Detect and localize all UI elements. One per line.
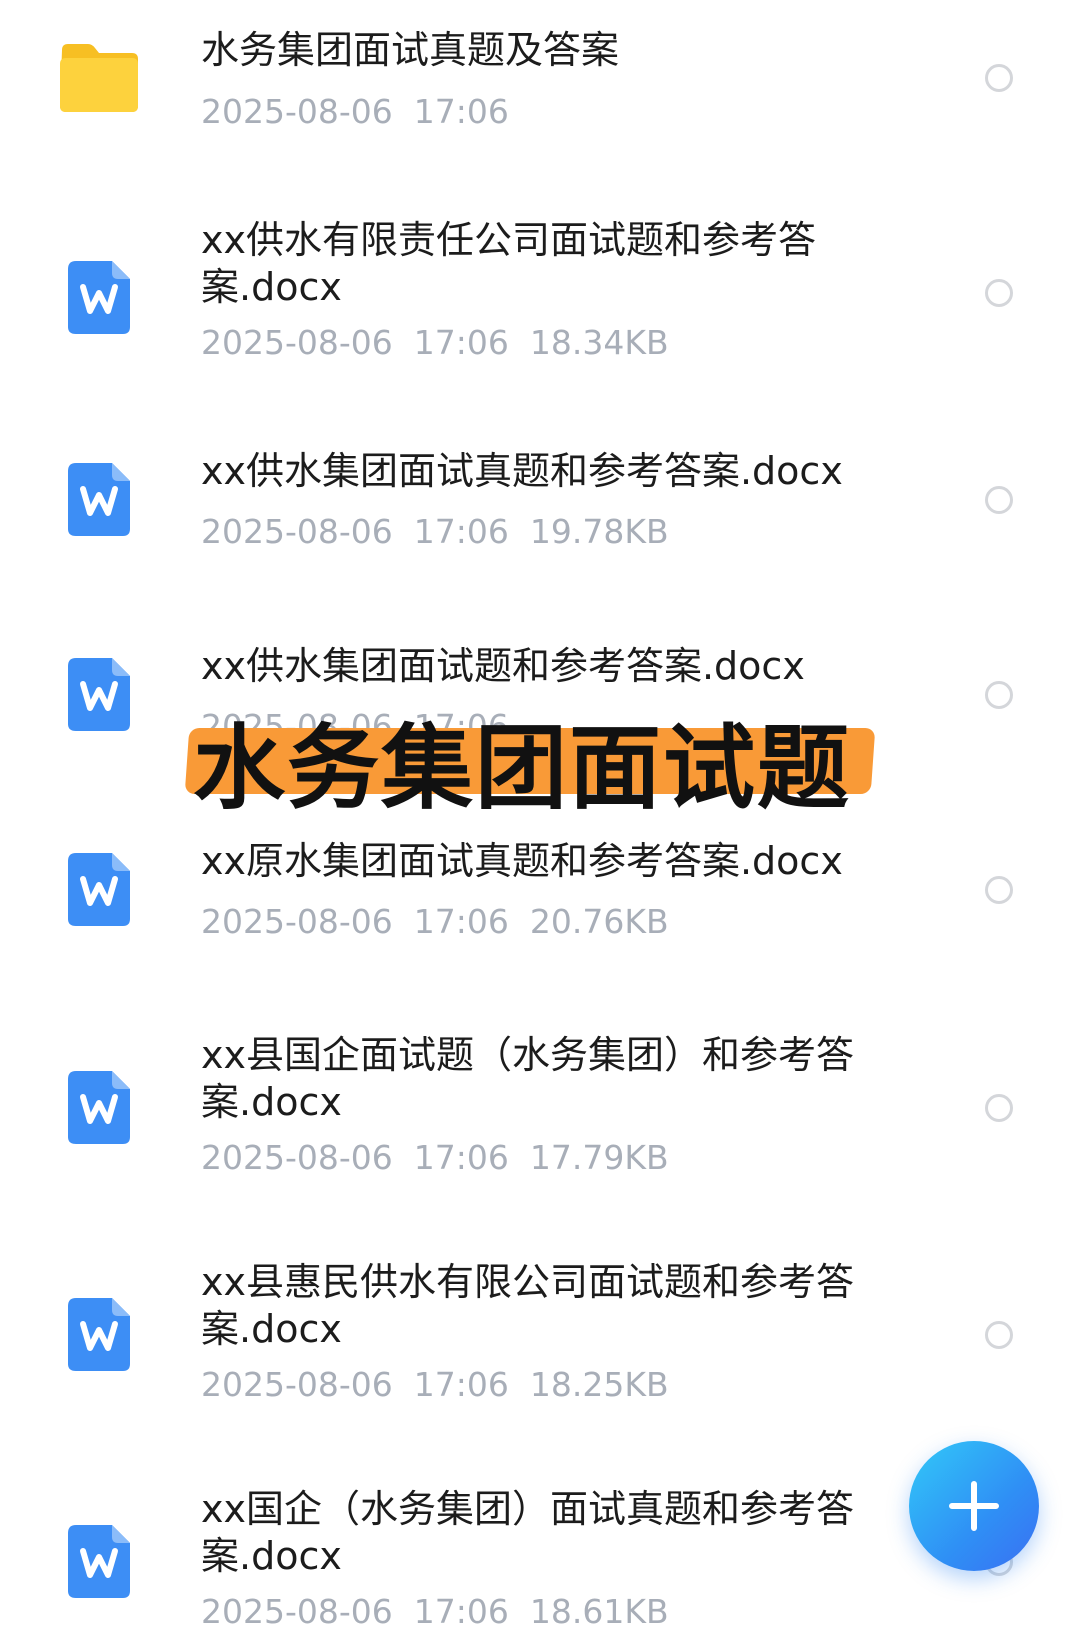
file-date: 2025-08-06 [201,1365,393,1404]
file-meta: 2025-08-06 17:06 18.25KB [201,1365,669,1404]
overlay-title-text: 水务集团面试题 [193,715,852,822]
list-item[interactable]: xx县国企面试题（水务集团）和参考答案.docx 2025-08-06 17:0… [0,1010,1080,1190]
list-item[interactable]: xx供水有限责任公司面试题和参考答案.docx 2025-08-06 17:06… [0,205,1080,375]
word-doc-icon [68,853,130,926]
select-radio[interactable] [985,486,1013,514]
folder-icon [60,44,138,112]
file-date: 2025-08-06 [201,1592,393,1631]
file-name: xx国企（水务集团）面试真题和参考答案.docx [201,1487,854,1578]
add-button[interactable] [909,1441,1039,1571]
select-radio[interactable] [985,1094,1013,1122]
word-doc-icon [68,1071,130,1144]
select-radio[interactable] [985,681,1013,709]
file-time: 17:06 [413,323,509,362]
file-name: xx县惠民供水有限公司面试题和参考答案.docx [201,1260,854,1351]
file-date: 2025-08-06 [201,92,393,131]
file-time: 17:06 [413,92,509,131]
file-size: 20.76KB [529,902,669,941]
file-time: 17:06 [413,1592,509,1631]
file-time: 17:06 [413,1138,509,1177]
file-name: 水务集团面试真题及答案 [201,28,620,72]
select-radio[interactable] [985,279,1013,307]
file-meta: 2025-08-06 17:06 17.79KB [201,1138,669,1177]
word-doc-icon [68,261,130,334]
list-item[interactable]: 水务集团面试真题及答案 2025-08-06 17:06 [0,0,1080,165]
select-radio[interactable] [985,1321,1013,1349]
file-meta: 2025-08-06 17:06 19.78KB [201,512,669,551]
file-size: 18.34KB [529,323,669,362]
file-size: 19.78KB [529,512,669,551]
word-doc-icon [68,1525,130,1598]
word-doc-icon [68,658,130,731]
file-name: xx供水有限责任公司面试题和参考答案.docx [201,218,816,309]
select-radio[interactable] [985,876,1013,904]
overlay-title: 水务集团面试题 [183,702,883,822]
file-size: 17.79KB [529,1138,669,1177]
plus-icon [949,1481,999,1531]
file-date: 2025-08-06 [201,323,393,362]
word-doc-icon [68,463,130,536]
file-name: xx供水集团面试真题和参考答案.docx [201,449,843,493]
file-time: 17:06 [413,512,509,551]
file-time: 17:06 [413,902,509,941]
file-meta: 2025-08-06 17:06 [201,92,509,131]
file-meta: 2025-08-06 17:06 18.34KB [201,323,669,362]
file-name: xx供水集团面试题和参考答案.docx [201,644,805,688]
file-date: 2025-08-06 [201,1138,393,1177]
file-name: xx县国企面试题（水务集团）和参考答案.docx [201,1033,854,1124]
file-size: 18.61KB [529,1592,669,1631]
list-item[interactable]: xx供水集团面试真题和参考答案.docx 2025-08-06 17:06 19… [0,420,1080,570]
file-meta: 2025-08-06 17:06 20.76KB [201,902,669,941]
list-item[interactable]: xx县惠民供水有限公司面试题和参考答案.docx 2025-08-06 17:0… [0,1237,1080,1417]
file-date: 2025-08-06 [201,902,393,941]
file-size: 18.25KB [529,1365,669,1404]
file-time: 17:06 [413,1365,509,1404]
file-name: xx原水集团面试真题和参考答案.docx [201,839,843,883]
file-meta: 2025-08-06 17:06 18.61KB [201,1592,669,1631]
word-doc-icon [68,1298,130,1371]
file-date: 2025-08-06 [201,512,393,551]
select-radio[interactable] [985,64,1013,92]
list-item[interactable]: xx原水集团面试真题和参考答案.docx 2025-08-06 17:06 20… [0,810,1080,960]
